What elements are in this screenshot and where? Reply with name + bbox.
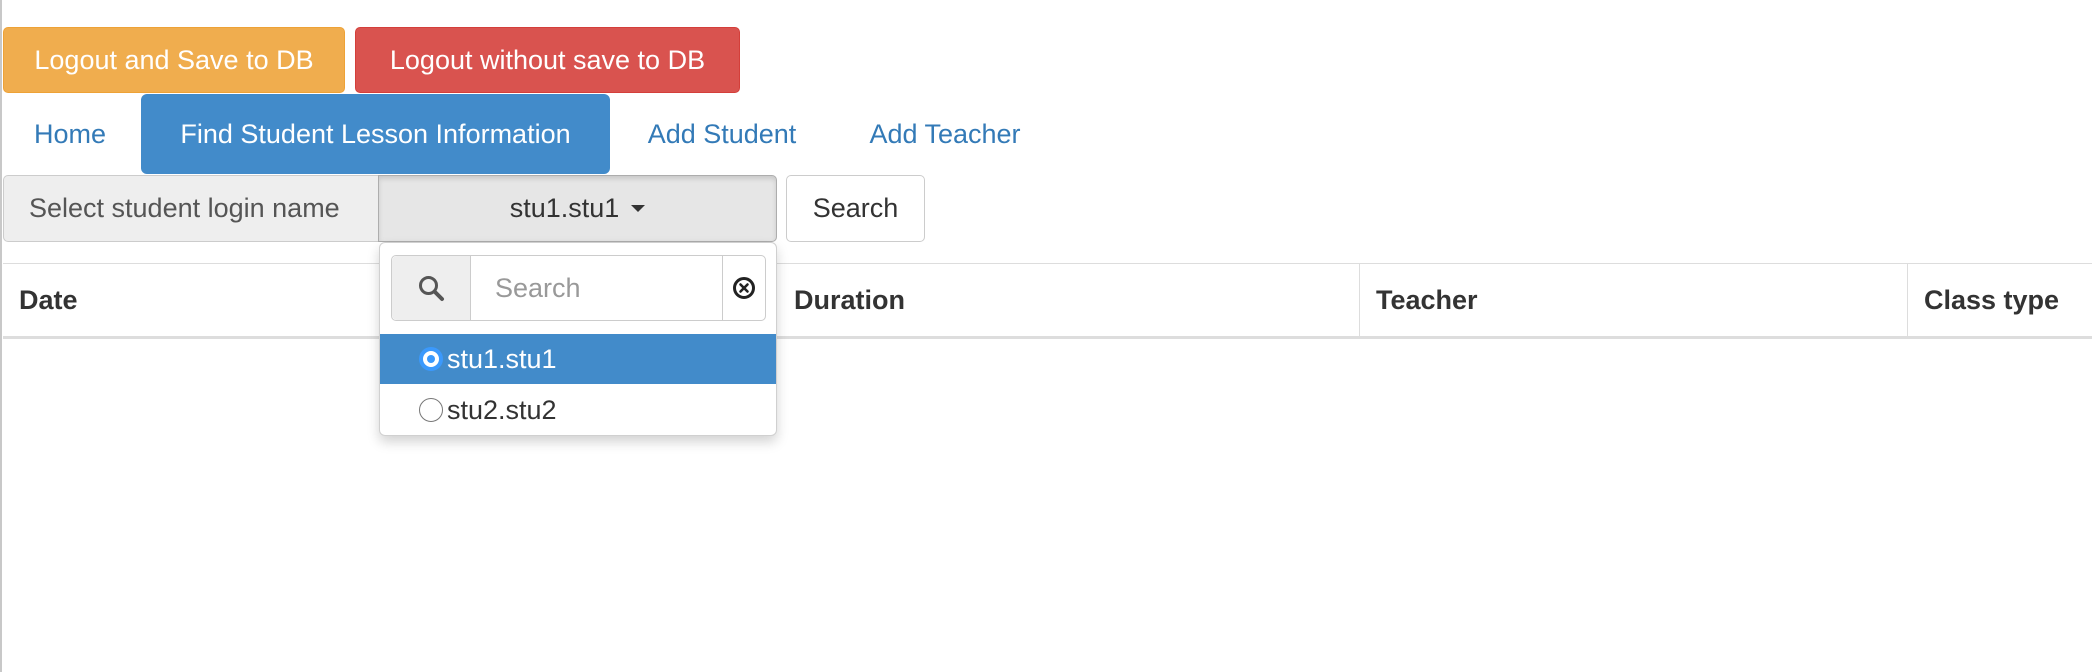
clear-circle-icon[interactable] xyxy=(722,256,765,320)
page: Logout and Save to DB Logout without sav… xyxy=(0,0,2092,672)
nav-add-student[interactable]: Add Student xyxy=(616,94,828,174)
caret-down-icon xyxy=(631,205,646,212)
nav-find-student-lesson-info[interactable]: Find Student Lesson Information xyxy=(141,94,610,174)
dropdown-search-input[interactable] xyxy=(471,256,723,320)
column-header-duration[interactable]: Duration xyxy=(773,264,1359,336)
student-select-value: stu1.stu1 xyxy=(509,193,620,223)
nav-add-teacher[interactable]: Add Teacher xyxy=(840,94,1050,174)
dropdown-search-group xyxy=(391,255,766,321)
radio-unselected-icon xyxy=(419,398,443,422)
main-nav: Home Find Student Lesson Information Add… xyxy=(0,94,1200,174)
dropdown-option-label: stu1.stu1 xyxy=(447,343,557,374)
dropdown-option-stu2[interactable]: stu2.stu2 xyxy=(380,385,776,435)
nav-home[interactable]: Home xyxy=(2,94,138,174)
student-select-label: Select student login name xyxy=(3,175,379,242)
column-header-teacher[interactable]: Teacher xyxy=(1359,264,1907,336)
logout-save-button[interactable]: Logout and Save to DB xyxy=(3,27,345,93)
dropdown-option-label: stu2.stu2 xyxy=(447,394,557,425)
search-button[interactable]: Search xyxy=(786,175,925,242)
dropdown-option-stu1[interactable]: stu1.stu1 xyxy=(380,334,776,384)
magnifier-icon xyxy=(392,256,471,320)
column-header-class-type[interactable]: Class type xyxy=(1907,264,2092,336)
student-select-menu: stu1.stu1 stu2.stu2 xyxy=(379,242,777,436)
lesson-table-header: Date Duration Teacher Class type xyxy=(3,263,2092,339)
logout-without-save-button[interactable]: Logout without save to DB xyxy=(355,27,740,93)
radio-selected-icon xyxy=(419,347,443,371)
student-select-dropdown[interactable]: stu1.stu1 xyxy=(378,175,777,242)
